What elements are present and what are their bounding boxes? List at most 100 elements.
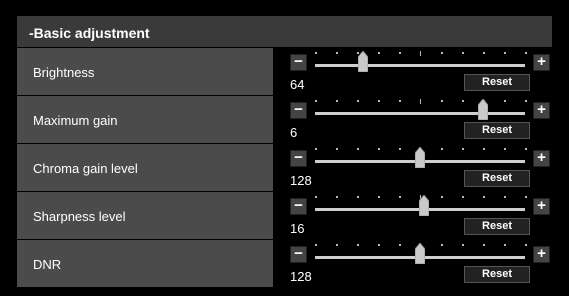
slider-tick [483,196,485,198]
slider-tick [357,148,359,150]
slider-tick [378,244,380,246]
slider-tick [399,244,401,246]
row-label-cell: DNR [17,240,273,287]
slider-tick [483,148,485,150]
slider-tick [462,148,464,150]
slider-tick [357,100,359,102]
slider-tick [378,148,380,150]
slider-track[interactable] [315,64,525,67]
slider-tick [525,52,527,54]
slider-tick [525,100,527,102]
decrease-button[interactable]: − [290,150,307,167]
slider-tick [441,52,443,54]
slider-tick [462,100,464,102]
slider-tick [504,148,506,150]
slider-value: 16 [290,221,305,236]
increase-button[interactable]: + [533,198,550,215]
slider-tick [336,52,338,54]
slider-tick [504,52,506,54]
slider-tick [378,100,380,102]
slider-tick [399,196,401,198]
slider-tick [357,196,359,198]
slider-tick [399,148,401,150]
slider-tick [483,52,485,54]
slider-tick [504,244,506,246]
slider-tick [525,244,527,246]
slider-tick [525,196,527,198]
slider-tick [357,244,359,246]
slider-tick [399,52,401,54]
control-row-sharpness-level: Sharpness level − + 16 Reset [17,192,552,240]
slider-thumb[interactable] [358,51,368,72]
section-header[interactable]: -Basic adjustment [17,16,552,48]
control-row-brightness: Brightness − + 64 Reset [17,48,552,96]
control-row-chroma-gain-level: Chroma gain level − + 128 Reset [17,144,552,192]
increase-button[interactable]: + [533,54,550,71]
slider-tick [315,148,317,150]
slider-tick [441,244,443,246]
row-label-cell: Maximum gain [17,96,273,143]
slider-cell: − + 64 Reset [274,48,552,95]
decrease-button[interactable]: − [290,102,307,119]
reset-button[interactable]: Reset [464,218,530,235]
slider-tick [441,100,443,102]
row-label-cell: Brightness [17,48,273,95]
decrease-button[interactable]: − [290,246,307,263]
control-row-dnr: DNR − + 128 Reset [17,240,552,288]
control-label: Sharpness level [33,209,126,224]
slider-tick [525,148,527,150]
decrease-button[interactable]: − [290,54,307,71]
slider-tick [420,51,421,56]
slider-thumb[interactable] [419,195,429,216]
decrease-button[interactable]: − [290,198,307,215]
slider-tick [462,244,464,246]
slider-thumb[interactable] [415,147,425,168]
slider-tick [441,196,443,198]
control-label: Maximum gain [33,113,118,128]
slider-cell: − + 6 Reset [274,96,552,143]
slider-track[interactable] [315,112,525,115]
slider-value: 128 [290,173,312,188]
slider-tick [462,52,464,54]
slider-tick [399,100,401,102]
slider-tick [462,196,464,198]
increase-button[interactable]: + [533,246,550,263]
increase-button[interactable]: + [533,150,550,167]
slider-tick [420,99,421,104]
slider-thumb[interactable] [415,243,425,264]
control-label: Chroma gain level [33,161,138,176]
slider-tick [336,148,338,150]
slider-tick [336,244,338,246]
increase-button[interactable]: + [533,102,550,119]
slider-value: 64 [290,77,305,92]
slider-tick [315,244,317,246]
slider-tick [336,196,338,198]
control-label: Brightness [33,65,95,80]
slider-tick [441,148,443,150]
slider-tick [315,100,317,102]
slider-tick [378,196,380,198]
slider-tick [336,100,338,102]
control-label: DNR [33,257,62,272]
slider-tick [504,100,506,102]
slider-cell: − + 16 Reset [274,192,552,239]
slider-tick [315,196,317,198]
slider-tick [483,244,485,246]
section-title: -Basic adjustment [29,25,150,41]
slider-tick [378,52,380,54]
slider-thumb[interactable] [478,99,488,120]
slider-tick [315,52,317,54]
row-label-cell: Chroma gain level [17,144,273,191]
reset-button[interactable]: Reset [464,74,530,91]
reset-button[interactable]: Reset [464,266,530,283]
basic-adjustment-panel: -Basic adjustment Brightness − + 64 Rese… [17,16,552,296]
slider-value: 128 [290,269,312,284]
reset-button[interactable]: Reset [464,122,530,139]
slider-value: 6 [290,125,298,140]
row-label-cell: Sharpness level [17,192,273,239]
reset-button[interactable]: Reset [464,170,530,187]
slider-tick [504,196,506,198]
control-row-maximum-gain: Maximum gain − + 6 Reset [17,96,552,144]
slider-cell: − + 128 Reset [274,240,552,287]
slider-cell: − + 128 Reset [274,144,552,191]
